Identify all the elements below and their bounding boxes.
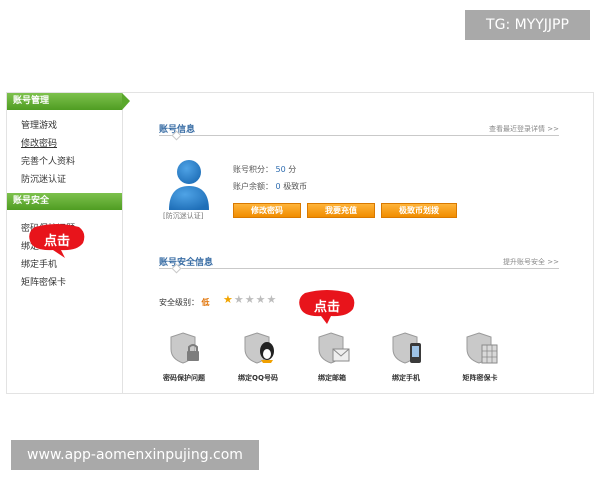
recharge-button[interactable]: 我要充值: [307, 203, 375, 218]
security-stars: ★★★★★: [223, 293, 277, 306]
security-info-header: 账号安全信息 提升账号安全 >>: [159, 253, 559, 274]
sidebar-header-security: 账号安全: [7, 193, 122, 210]
points-label: 账号积分：: [233, 165, 273, 174]
security-level-label: 安全级别：: [159, 298, 199, 307]
balance-label: 账户余额：: [233, 182, 273, 191]
feature-label: 绑定邮箱: [318, 374, 346, 382]
balance-unit: 极致币: [283, 182, 308, 191]
coin-transfer-button[interactable]: 极致币划拨: [381, 203, 457, 218]
feature-matrix-card[interactable]: 矩阵密保卡: [445, 331, 515, 382]
sidebar: 账号管理 管理游戏 修改密码 完善个人资料 防沉迷认证 账号安全 密码保护问题 …: [7, 93, 130, 393]
penguin-shield-icon: [244, 332, 274, 364]
sidebar-header-account: 账号管理: [7, 93, 130, 110]
anti-addiction-badge[interactable]: [防沉迷认证]: [163, 211, 203, 221]
feature-bind-qq[interactable]: 绑定QQ号码: [223, 331, 293, 382]
security-level: 安全级别： 低: [159, 297, 210, 308]
sidebar-account-list: 管理游戏 修改密码 完善个人资料 防沉迷认证: [7, 110, 122, 193]
phone-shield-icon: [392, 332, 421, 364]
security-level-value: 低: [201, 298, 210, 307]
star-empty-icon: ★: [233, 293, 245, 306]
balance-line: 账户余额： 0 极致币: [233, 181, 307, 192]
account-center-panel: 账号管理 管理游戏 修改密码 完善个人资料 防沉迷认证 账号安全 密码保护问题 …: [6, 92, 594, 394]
star-empty-icon: ★: [255, 293, 267, 306]
avatar: [167, 158, 211, 212]
recent-login-link[interactable]: 查看最近登录详情 >>: [489, 124, 559, 134]
security-info-title: 账号安全信息: [159, 258, 214, 268]
feature-bind-phone[interactable]: 绑定手机: [371, 331, 441, 382]
star-empty-icon: ★: [266, 293, 278, 306]
sidebar-item-change-password[interactable]: 修改密码: [7, 135, 122, 153]
card-shield-icon: [466, 332, 498, 364]
improve-security-link[interactable]: 提升账号安全 >>: [503, 257, 559, 267]
feature-security-question[interactable]: 密码保护问题: [149, 331, 219, 382]
sidebar-item-anti-addiction[interactable]: 防沉迷认证: [7, 171, 122, 189]
lock-shield-icon: [170, 332, 199, 364]
points-value: 50: [275, 165, 286, 174]
points-line: 账号积分： 50 分: [233, 164, 296, 175]
tg-badge: TG: MYYJJPP: [465, 10, 590, 40]
click-bubble-label: 点击: [313, 300, 340, 315]
sidebar-item-profile[interactable]: 完善个人资料: [7, 153, 122, 171]
click-bubble-label: 点击: [43, 234, 70, 249]
feature-label: 密码保护问题: [163, 374, 205, 382]
account-info-header: 账号信息 查看最近登录详情 >>: [159, 120, 559, 141]
feature-bind-email[interactable]: 绑定邮箱: [297, 331, 367, 382]
main-content: 账号信息 查看最近登录详情 >> [防沉迷认证] 账号积分： 50 分 账户余额…: [159, 93, 559, 393]
watermark-badge: www.app-aomenxinpujing.com: [11, 440, 259, 470]
user-avatar-icon: [169, 160, 209, 210]
star-filled-icon: ★: [223, 293, 234, 306]
balance-value: 0: [275, 182, 281, 191]
change-password-button[interactable]: 修改密码: [233, 203, 301, 218]
feature-label: 绑定QQ号码: [238, 374, 278, 382]
sidebar-item-matrix-card[interactable]: 矩阵密保卡: [7, 274, 122, 292]
click-bubble-main: 点击: [297, 289, 357, 325]
points-unit: 分: [288, 165, 297, 174]
mail-shield-icon: [318, 332, 350, 364]
star-empty-icon: ★: [244, 293, 256, 306]
sidebar-item-manage-games[interactable]: 管理游戏: [7, 117, 122, 135]
click-bubble-sidebar: 点击: [27, 223, 87, 259]
feature-label: 矩阵密保卡: [462, 374, 498, 382]
feature-label: 绑定手机: [392, 374, 420, 382]
